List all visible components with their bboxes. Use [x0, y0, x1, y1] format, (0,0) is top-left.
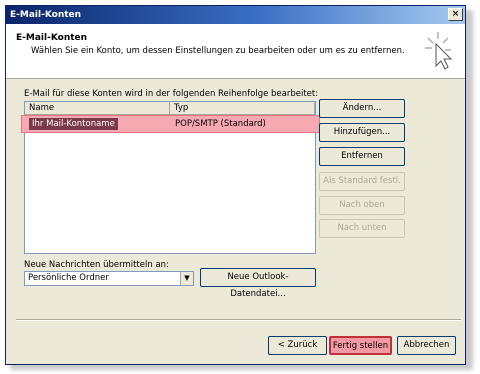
new-data-file-button[interactable]: Neue Outlook-Datendatei... [200, 268, 316, 299]
add-button[interactable]: Hinzufügen... [319, 123, 405, 142]
delivery-label: Neue Nachrichten übermitteln an: [24, 260, 169, 270]
chevron-down-icon[interactable]: ▼ [180, 272, 193, 285]
email-accounts-dialog: E-Mail-Konten × E-Mail-Konten Wählen Sie… [5, 5, 466, 365]
header-subtitle: Wählen Sie ein Konto, um dessen Einstell… [31, 46, 405, 56]
dialog-header: E-Mail-Konten Wählen Sie ein Konto, um d… [6, 24, 465, 79]
move-up-button[interactable]: Nach oben [319, 196, 405, 215]
header-title: E-Mail-Konten [16, 33, 88, 43]
close-icon[interactable]: × [448, 8, 463, 21]
account-type: POP/SMTP (Standard) [175, 119, 266, 129]
column-header-name[interactable]: Name [25, 102, 170, 115]
set-default-button[interactable]: Als Standard festl. [319, 172, 405, 191]
cancel-button[interactable]: Abbrechen [397, 336, 456, 355]
delivery-folder-value: Persönliche Ordner [28, 273, 109, 283]
finish-button[interactable]: Fertig stellen [329, 336, 392, 355]
back-button[interactable]: < Zurück [268, 336, 327, 355]
column-header-type[interactable]: Typ [170, 102, 315, 115]
window-title: E-Mail-Konten [10, 10, 82, 20]
remove-button[interactable]: Entfernen [319, 147, 405, 166]
wizard-cursor-icon [425, 32, 453, 70]
change-button[interactable]: Ändern... [319, 99, 405, 118]
accounts-list-label: E-Mail für diese Konten wird in der folg… [24, 89, 319, 99]
accounts-list[interactable]: Name Typ Ihr Mail-Kontoname POP/SMTP (St… [21, 101, 320, 254]
title-bar[interactable]: E-Mail-Konten × [6, 6, 465, 24]
account-name[interactable]: Ihr Mail-Kontoname [29, 118, 118, 130]
move-down-button[interactable]: Nach unten [319, 219, 405, 238]
delivery-folder-select[interactable]: Persönliche Ordner ▼ [24, 271, 194, 286]
footer-divider [16, 319, 461, 321]
